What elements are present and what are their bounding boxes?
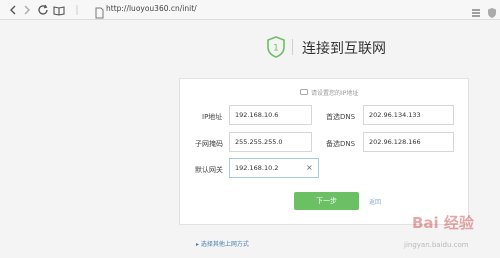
subnet-label: 子网掩码: [195, 140, 223, 148]
other-method-link[interactable]: ▸ 选择其他上网方式: [196, 239, 249, 248]
secondary-dns-field[interactable]: 202.96.128.166: [363, 132, 454, 152]
monitor-icon: [300, 89, 308, 95]
step-badge-icon: 1: [266, 36, 286, 58]
ip-field[interactable]: 192.168.10.6: [229, 105, 312, 125]
primary-dns-field[interactable]: 202.96.134.133: [363, 105, 454, 125]
next-button[interactable]: 下一步: [294, 192, 359, 210]
title-divider: [292, 39, 293, 55]
subnet-field[interactable]: 255.255.255.0: [229, 132, 312, 152]
hint-text: 请设置您的IP地址: [300, 88, 358, 97]
shield-icon[interactable]: [487, 4, 497, 18]
primary-dns-label: 首选DNS: [326, 113, 356, 121]
separator: [70, 3, 84, 17]
back-link[interactable]: 返回: [369, 197, 381, 206]
forward-icon[interactable]: [20, 3, 34, 17]
browser-toolbar: http://luoyou360.cn/init/: [0, 0, 500, 20]
ip-label: IP地址: [202, 113, 223, 121]
watermark-url: jingyan.baidu.com: [404, 241, 469, 249]
step-number: 1: [273, 44, 279, 54]
page-title: 连接到互联网: [302, 41, 386, 57]
secondary-dns-label: 备选DNS: [326, 140, 356, 148]
page-icon: [93, 4, 105, 19]
refresh-icon[interactable]: [36, 3, 50, 17]
gateway-label: 默认网关: [195, 166, 223, 174]
clear-icon[interactable]: ×: [306, 163, 313, 172]
book-icon[interactable]: [52, 3, 66, 17]
hint-label: 请设置您的IP地址: [311, 90, 359, 97]
back-icon[interactable]: [6, 3, 20, 17]
menu-icon[interactable]: [470, 4, 482, 17]
other-method-label: 选择其他上网方式: [200, 241, 249, 248]
address-bar-url[interactable]: http://luoyou360.cn/init/: [106, 4, 197, 13]
watermark-logo: Bai 经验: [412, 214, 474, 232]
